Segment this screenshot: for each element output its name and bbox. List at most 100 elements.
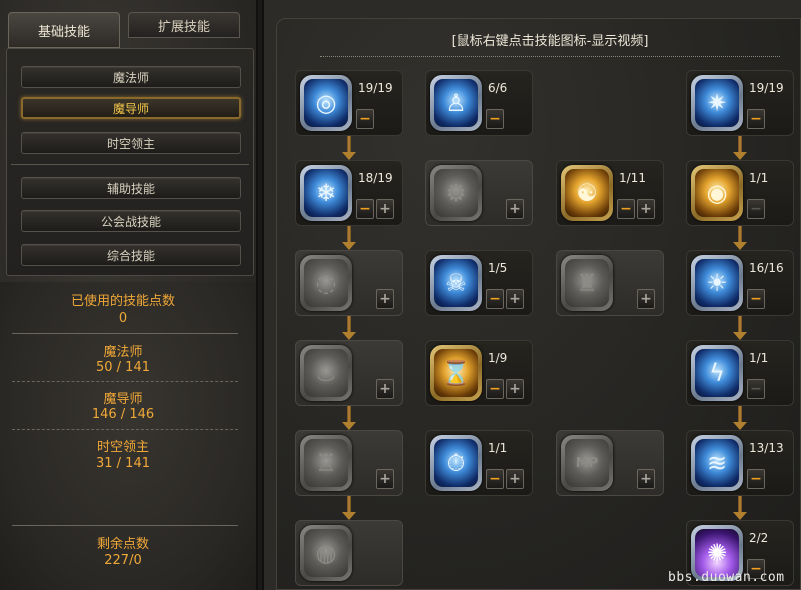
increase-skill-button[interactable]: + [506,199,524,219]
blue-snowflakes-icon[interactable]: ❄ [300,165,352,221]
skill-icon-glyph: ♨ [304,349,348,397]
increase-skill-button[interactable]: + [376,379,394,399]
gold-vortex-icon[interactable]: ☯ [561,165,613,221]
skill-icon-glyph: ♙ [434,79,478,127]
locked-golem-icon[interactable]: ♖ [300,435,352,491]
skill-level: 1/5 [488,261,508,275]
prerequisite-arrow [342,316,356,340]
blue-orb-icon[interactable]: ◎ [300,75,352,131]
locked-swirl-icon[interactable]: ◌ [300,255,352,311]
skill-slot: ◎ 19/19 − [295,70,403,136]
mage-points-label: 魔法师 [103,345,143,360]
skill-level: 6/6 [488,81,508,95]
used-points-value: 0 [118,311,128,326]
decrease-skill-button[interactable]: − [617,199,635,219]
skill-level: 19/19 [749,81,784,95]
skill-slot: ♙ 6/6 − [425,70,533,136]
class-button-support[interactable]: 辅助技能 [21,177,241,199]
magister-points-label: 魔导师 [103,392,143,407]
class-button-guild[interactable]: 公会战技能 [21,210,241,232]
skill-level: 1/1 [488,441,508,455]
blue-star-icon[interactable]: ✷ [691,75,743,131]
decrease-skill-button[interactable]: − [356,199,374,219]
gold-hourglass-icon[interactable]: ⌛ [430,345,482,401]
decrease-skill-button[interactable]: − [747,379,765,399]
skill-icon-glyph: ☠ [434,259,478,307]
skill-icon-glyph: ♜ [565,259,609,307]
skill-points-summary: 已使用的技能点数 0 魔法师 50 / 141 魔导师 146 / 146 时空… [0,282,256,590]
decrease-skill-button[interactable]: − [747,109,765,129]
used-points-label: 已使用的技能点数 [70,294,175,309]
prerequisite-arrow [733,496,747,520]
class-divider [11,164,249,165]
decrease-skill-button[interactable]: − [747,199,765,219]
skill-slot: ✷ 19/19 − [686,70,794,136]
skill-level: 2/2 [749,531,769,545]
class-button-magister[interactable]: 魔导师 [21,97,241,119]
gold-clock-icon[interactable]: ◉ [691,165,743,221]
decrease-skill-button[interactable]: − [356,109,374,129]
skill-slot: ☠ 1/5 − + [425,250,533,316]
prerequisite-arrow [342,226,356,250]
skill-icon-glyph: ◉ [695,169,739,217]
blue-lightning-icon[interactable]: ϟ [691,345,743,401]
blue-tornado-icon[interactable]: ≋ [691,435,743,491]
stats-divider [12,333,238,334]
chrono-points-value: 31 / 141 [96,456,150,471]
locked-portal-icon[interactable]: ◍ [300,525,352,581]
skill-slot: ❄ 18/19 − + [295,160,403,226]
stats-divider [12,525,238,526]
increase-skill-button[interactable]: + [376,469,394,489]
skill-icon-glyph: ♖ [304,439,348,487]
class-button-chronomancer[interactable]: 时空领主 [21,132,241,154]
prerequisite-arrow [733,226,747,250]
skill-slot: ◍ [295,520,403,586]
prerequisite-arrow [342,406,356,430]
increase-skill-button[interactable]: + [376,199,394,219]
locked-flame-icon[interactable]: ♨ [300,345,352,401]
increase-skill-button[interactable]: + [376,289,394,309]
skill-icon-glyph: ❄ [304,169,348,217]
tab-basic-skills[interactable]: 基础技能 [8,12,120,48]
skill-level: 19/19 [358,81,393,95]
blue-rays-icon[interactable]: ☀ [691,255,743,311]
skill-icon-glyph: ⚙ [434,169,478,217]
left-panel: 基础技能 扩展技能 魔法师 魔导师 时空领主 辅助技能 公会战技能 综合技能 已… [0,0,258,590]
chrono-points-label: 时空领主 [96,440,149,455]
locked-gear-icon[interactable]: ⚙ [430,165,482,221]
increase-skill-button[interactable]: + [637,289,655,309]
decrease-skill-button[interactable]: − [747,469,765,489]
skill-level: 1/1 [749,171,769,185]
class-button-mage[interactable]: 魔法师 [21,66,241,88]
skill-icon-glyph: ⌛ [434,349,478,397]
increase-skill-button[interactable]: + [506,469,524,489]
blue-skull-icon[interactable]: ☠ [430,255,482,311]
watermark: bbs.duowan.com [668,570,785,585]
increase-skill-button[interactable]: + [506,379,524,399]
decrease-skill-button[interactable]: − [747,289,765,309]
stats-dotted-divider [12,429,238,430]
decrease-skill-button[interactable]: − [486,379,504,399]
skill-icon-glyph: ≋ [695,439,739,487]
skill-slot: ≋ 13/13 − [686,430,794,496]
skill-icon-glyph: ◎ [304,79,348,127]
locked-hood-icon[interactable]: ♜ [561,255,613,311]
skill-icon-glyph: MP [565,439,609,487]
decrease-skill-button[interactable]: − [486,109,504,129]
blue-stopwatch-icon[interactable]: ⏱ [430,435,482,491]
locked-mp-icon[interactable]: MP [561,435,613,491]
decrease-skill-button[interactable]: − [486,469,504,489]
class-button-general[interactable]: 综合技能 [21,244,241,266]
skill-icon-glyph: ✷ [695,79,739,127]
tab-extended-skills[interactable]: 扩展技能 [128,12,240,38]
skill-slot: MP + [556,430,664,496]
increase-skill-button[interactable]: + [506,289,524,309]
mage-points-value: 50 / 141 [96,360,150,375]
skill-slot: ϟ 1/1 − [686,340,794,406]
increase-skill-button[interactable]: + [637,199,655,219]
increase-skill-button[interactable]: + [637,469,655,489]
prerequisite-arrow [733,136,747,160]
blue-figure-icon[interactable]: ♙ [430,75,482,131]
decrease-skill-button[interactable]: − [486,289,504,309]
prerequisite-arrow [342,496,356,520]
